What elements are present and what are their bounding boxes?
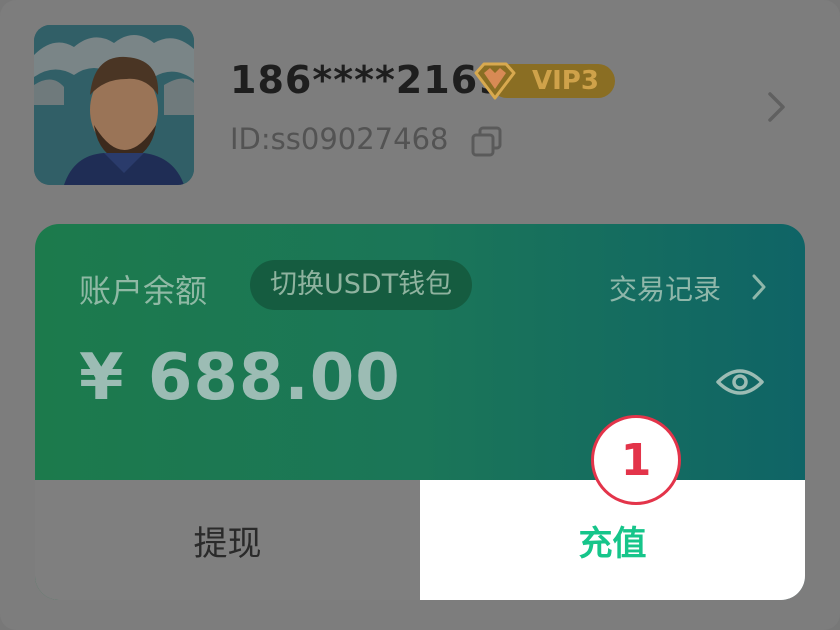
deposit-label: 充值 <box>578 523 647 564</box>
eye-icon[interactable] <box>715 362 765 402</box>
username: 186****2169 <box>230 58 506 102</box>
withdraw-label: 提现 <box>193 523 262 564</box>
avatar[interactable] <box>34 25 194 185</box>
balance-label: 账户余额 <box>79 272 208 310</box>
balance-amount: ¥ 688.00 <box>79 341 401 415</box>
user-id: ID:ss09027468 <box>230 122 449 156</box>
chevron-right-icon[interactable] <box>762 90 790 124</box>
overlay-panel: 186****2169 VIP3 ID:ss09027468 账户余额 切换US… <box>0 0 840 630</box>
vip-badge: VIP3 <box>470 61 615 101</box>
transaction-records-link[interactable]: 交易记录 <box>609 268 721 308</box>
balance-card: 账户余额 切换USDT钱包 交易记录 ¥ 688.00 提现 充值 <box>35 224 805 600</box>
copy-icon[interactable] <box>470 125 504 159</box>
vip-gem-icon <box>474 62 516 100</box>
step-number-badge: 1 <box>591 415 681 505</box>
chevron-right-icon[interactable] <box>749 272 769 302</box>
withdraw-button[interactable]: 提现 <box>35 480 420 600</box>
switch-usdt-wallet-button[interactable]: 切换USDT钱包 <box>250 260 473 310</box>
card-actions: 提现 充值 <box>35 480 805 600</box>
avatar-illustration <box>34 25 194 185</box>
